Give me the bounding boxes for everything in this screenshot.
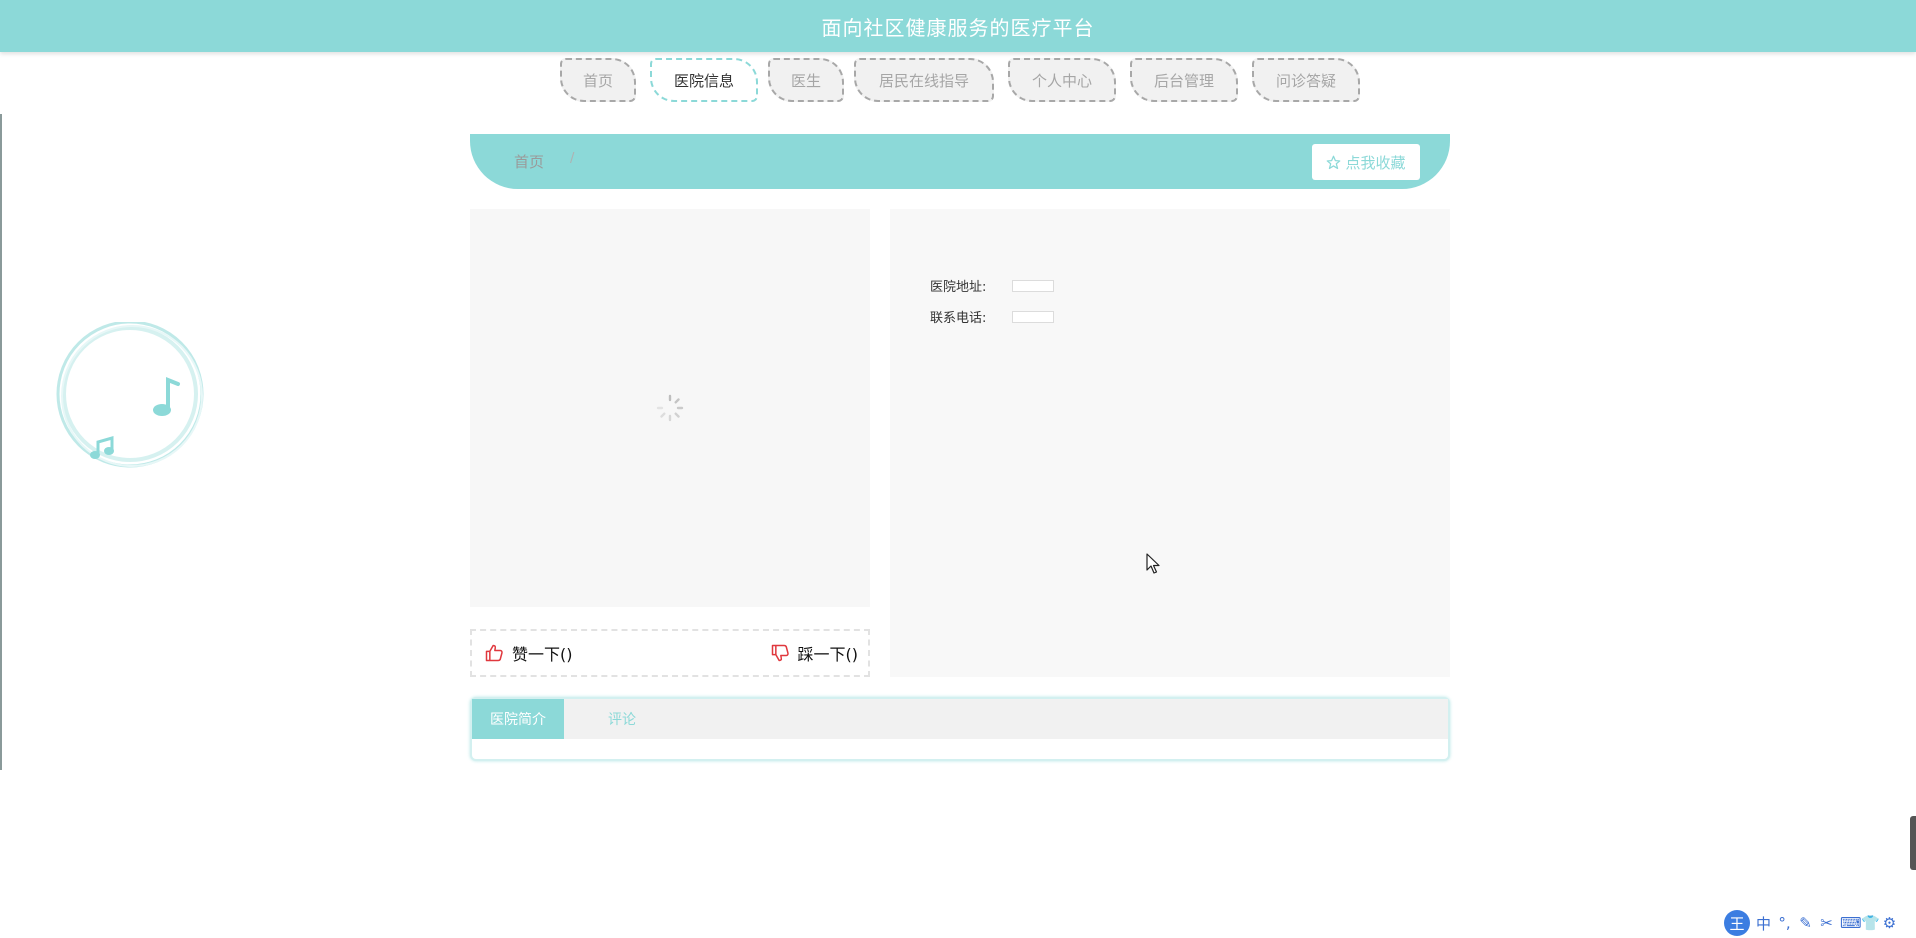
ime-keyboard-icon[interactable]: ⌨: [1840, 914, 1862, 932]
ime-scissors-icon[interactable]: ✂: [1819, 914, 1834, 932]
ime-handwrite-icon[interactable]: ✎: [1798, 914, 1813, 932]
thumbs-up-icon: [485, 644, 503, 662]
vote-bar: 赞一下() 踩一下(): [470, 629, 870, 677]
nav-home[interactable]: 首页: [560, 58, 636, 102]
detail-tabs: 医院简介 评论: [470, 697, 1450, 761]
hospital-info-panel: 医院地址: 联系电话:: [890, 209, 1450, 677]
like-button[interactable]: 赞一下(): [484, 641, 573, 665]
like-label: 赞一下(): [512, 645, 573, 664]
ime-toolbar: 王 中 °, ✎ ✂ ⌨ 👕 ⚙: [1722, 908, 1916, 938]
site-header: 面向社区健康服务的医疗平台: [0, 0, 1916, 52]
nav-hospital-info[interactable]: 医院信息: [650, 58, 758, 102]
nav-personal-center[interactable]: 个人中心: [1008, 58, 1116, 102]
side-scroll-handle[interactable]: [1910, 816, 1916, 870]
favorite-label: 点我收藏: [1345, 153, 1406, 172]
phone-label: 联系电话:: [930, 311, 987, 326]
dislike-label: 踩一下(): [797, 645, 859, 664]
favorite-button[interactable]: 点我收藏: [1312, 144, 1420, 180]
tab-hospital-intro[interactable]: 医院简介: [472, 699, 564, 739]
ime-settings-icon[interactable]: ⚙: [1882, 914, 1897, 932]
left-divider: [0, 114, 2, 770]
breadcrumb: 首页 / 点我收藏: [470, 134, 1450, 189]
nav-admin[interactable]: 后台管理: [1130, 58, 1238, 102]
breadcrumb-home[interactable]: 首页: [514, 151, 544, 172]
main-nav: 首页 医院信息 医生 居民在线指导 个人中心 后台管理 问诊答疑: [0, 56, 1916, 106]
phone-row: 联系电话:: [930, 307, 1054, 326]
ime-logo-icon[interactable]: 王: [1724, 910, 1750, 936]
star-outline-icon: [1327, 155, 1341, 169]
nav-doctors[interactable]: 医生: [768, 58, 844, 102]
tabs-header: 医院简介 评论: [472, 699, 1448, 739]
hospital-image: [470, 209, 870, 607]
ime-punctuation-icon[interactable]: °,: [1777, 914, 1792, 932]
site-title: 面向社区健康服务的医疗平台: [821, 15, 1095, 40]
mouse-cursor-icon: [1146, 553, 1160, 574]
address-row: 医院地址:: [930, 276, 1054, 295]
address-value: [1012, 279, 1054, 292]
music-player-widget[interactable]: [50, 320, 210, 472]
address-label: 医院地址:: [930, 280, 987, 295]
thumbs-down-icon: [771, 644, 789, 662]
breadcrumb-separator: /: [570, 151, 575, 166]
ime-skin-icon[interactable]: 👕: [1861, 914, 1880, 932]
loading-spinner-icon: [656, 394, 684, 422]
dislike-button[interactable]: 踩一下(): [770, 641, 859, 665]
phone-value: [1012, 310, 1054, 323]
nav-resident-guidance[interactable]: 居民在线指导: [854, 58, 994, 102]
music-note-icon: [56, 320, 204, 468]
ime-chinese-mode-icon[interactable]: 中: [1756, 913, 1771, 934]
nav-consultation[interactable]: 问诊答疑: [1252, 58, 1360, 102]
tab-comments[interactable]: 评论: [582, 699, 662, 739]
